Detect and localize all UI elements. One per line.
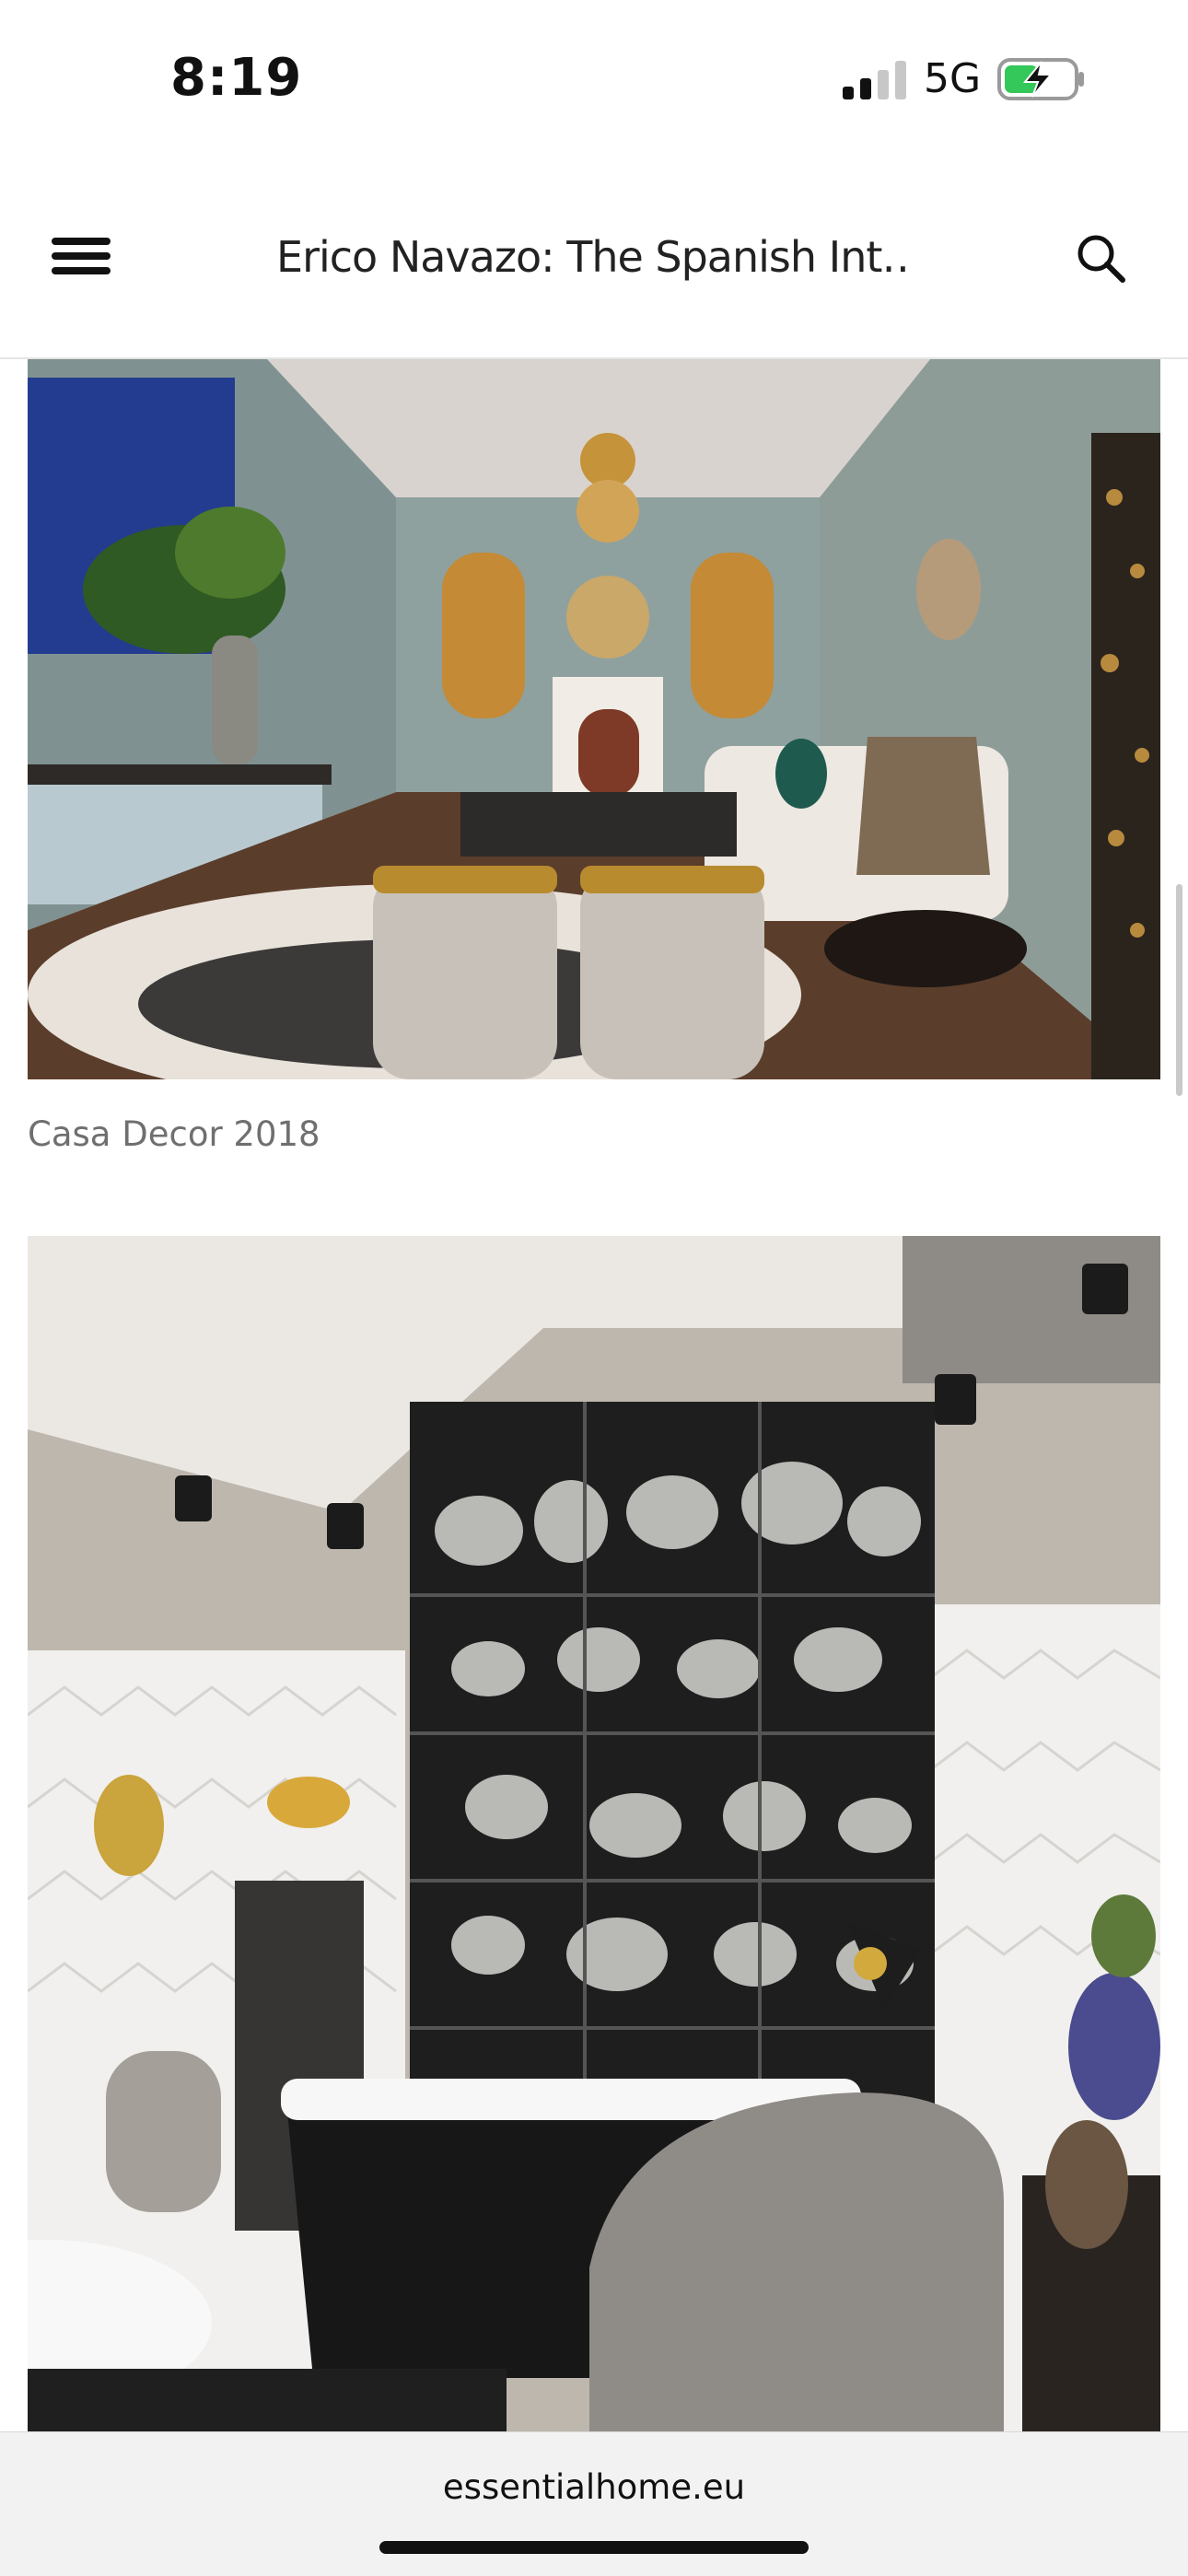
image-caption: Casa Decor 2018 [28, 1114, 320, 1154]
cellular-signal-icon [843, 61, 906, 99]
battery-charging-icon [997, 58, 1084, 100]
search-icon[interactable] [1073, 230, 1128, 286]
network-type-label: 5G [924, 55, 982, 102]
status-bar: 8:19 5G [0, 0, 1188, 157]
article-image-living-room [28, 359, 1160, 1079]
status-time: 8:19 [170, 48, 303, 108]
home-indicator [379, 2541, 809, 2554]
site-header: Erico Navazo: The Spanish Int… [0, 157, 1188, 359]
scroll-indicator [1176, 884, 1182, 1096]
page-title: Erico Navazo: The Spanish Int… [276, 232, 912, 282]
article-image-bathroom [28, 1236, 1160, 2433]
hamburger-menu-icon[interactable] [46, 230, 120, 284]
url-label[interactable]: essentialhome.eu [0, 2467, 1188, 2507]
browser-address-bar[interactable]: essentialhome.eu [0, 2431, 1188, 2576]
